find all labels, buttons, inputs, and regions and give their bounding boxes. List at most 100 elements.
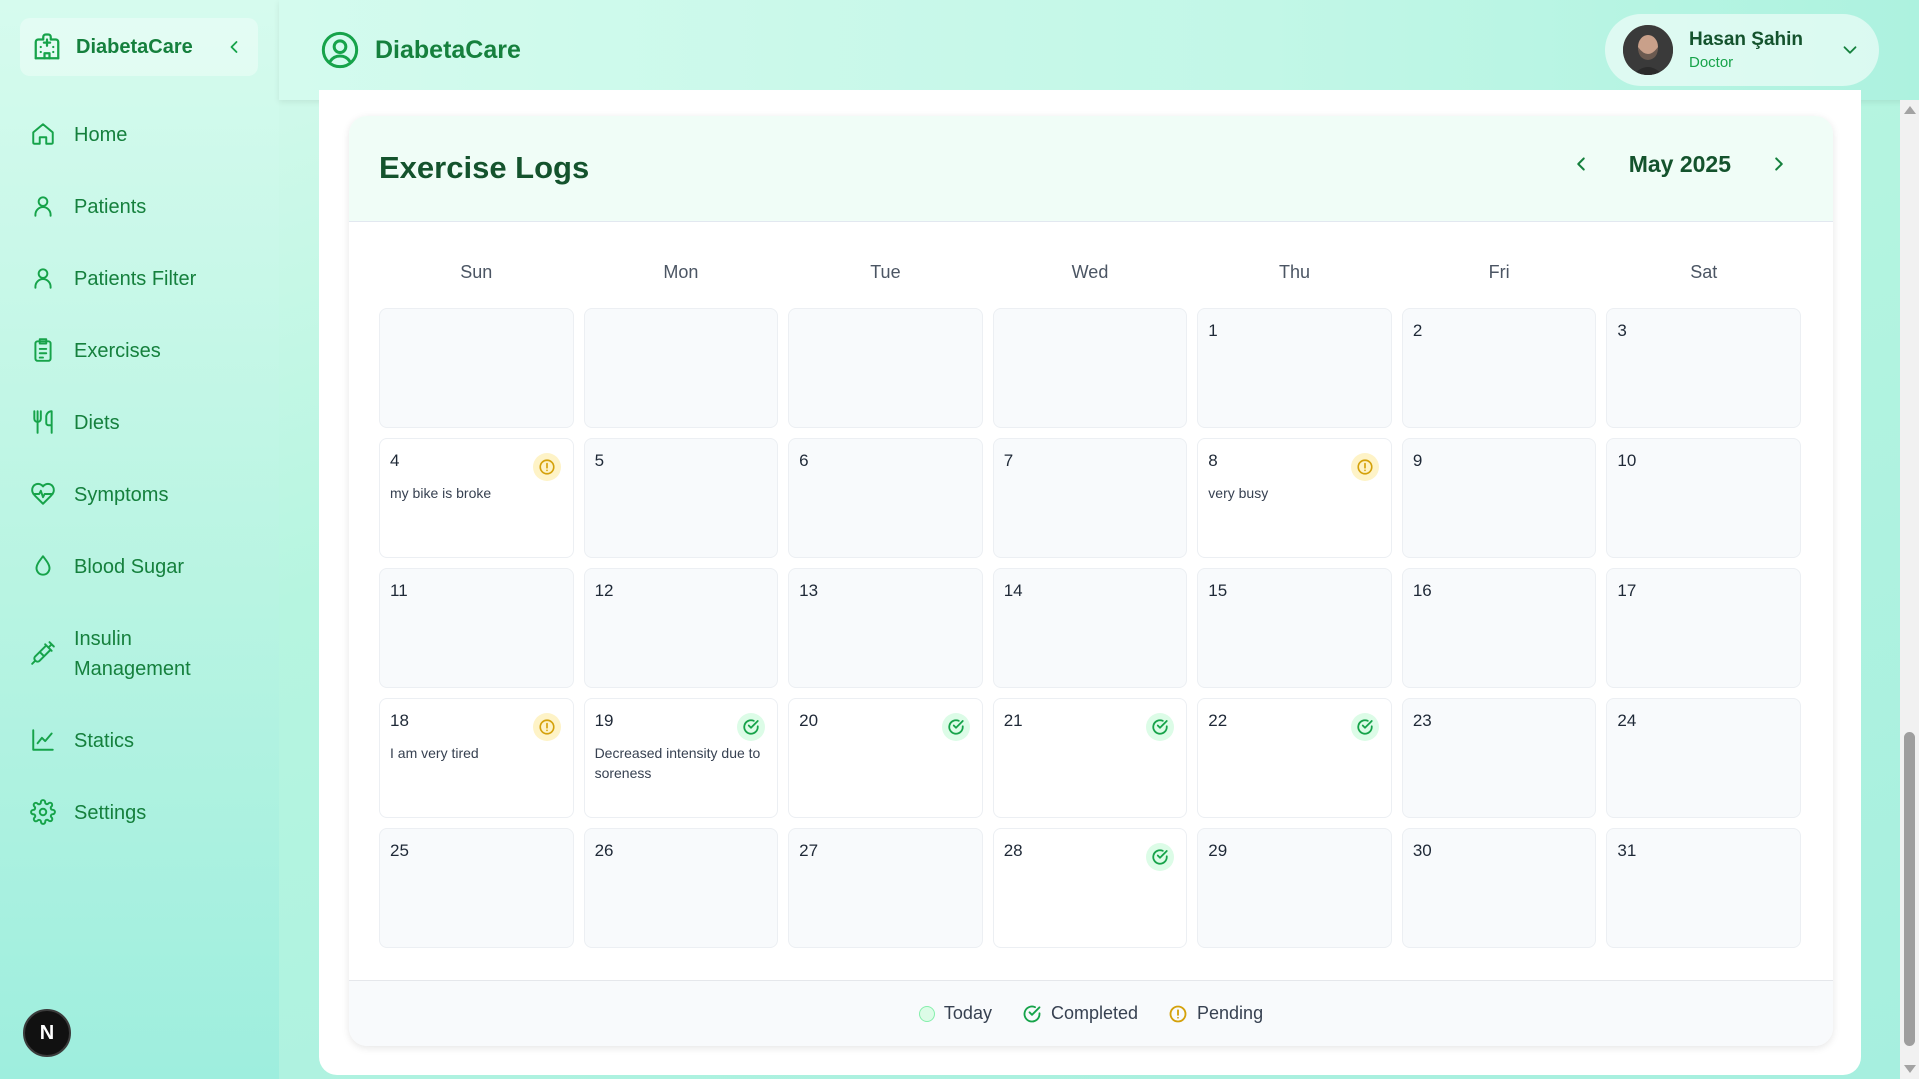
page-scrollbar[interactable] xyxy=(1900,100,1919,1079)
sidebar-item-label: Patients xyxy=(74,196,147,218)
calendar-day-cell[interactable]: 23 xyxy=(1401,698,1597,818)
day-number: 27 xyxy=(799,841,819,860)
alert-circle-icon xyxy=(1168,1004,1188,1024)
sidebar: DiabetaCare Home Patients Patients Filte… xyxy=(0,0,279,1079)
calendar-day-cell[interactable]: 6 xyxy=(788,438,983,558)
chevron-left-icon xyxy=(230,41,238,53)
sidebar-item-settings[interactable]: Settings xyxy=(20,790,260,836)
sidebar-nav: Home Patients Patients Filter Exercises … xyxy=(20,112,260,862)
calendar-day-cell[interactable]: 11 xyxy=(379,568,574,688)
home-icon xyxy=(30,121,56,147)
calendar-day-cell[interactable]: 28 xyxy=(992,828,1188,948)
chevron-right-icon xyxy=(1775,157,1783,171)
chevron-down-icon[interactable] xyxy=(1839,39,1861,61)
calendar-day-cell[interactable]: 27 xyxy=(788,828,983,948)
day-number: 1 xyxy=(1208,321,1218,340)
weekday-sun: Sun xyxy=(460,262,493,282)
sidebar-item-insulin-management[interactable]: Insulin Management xyxy=(20,616,260,692)
calendar-day-cell[interactable]: 16 xyxy=(1401,568,1597,688)
calendar-day-cell[interactable]: 10 xyxy=(1606,438,1801,558)
calendar-day-cell[interactable]: 29 xyxy=(1197,828,1392,948)
check-circle-icon xyxy=(737,713,766,741)
user-circle-icon xyxy=(320,30,360,70)
exercise-note: I am very tired xyxy=(390,745,479,761)
sidebar-item-label: Symptoms xyxy=(74,484,169,506)
sidebar-item-statics[interactable]: Statics xyxy=(20,718,260,764)
utensils-icon xyxy=(30,409,56,435)
day-number: 3 xyxy=(1617,321,1627,340)
sidebar-item-home[interactable]: Home xyxy=(20,112,260,158)
calendar-day-cell[interactable]: 20 xyxy=(788,698,983,818)
hospital-icon xyxy=(32,32,62,62)
sidebar-item-label: Settings xyxy=(74,802,147,824)
scroll-thumb[interactable] xyxy=(1904,732,1915,1046)
day-number: 9 xyxy=(1412,451,1423,470)
calendar-day-cell[interactable]: 2 xyxy=(1401,308,1597,428)
calendar-grid: 1 2 3 4 my bike is broke 5 6 7 8 very busy 9 10 11 12… xyxy=(379,308,1801,948)
scroll-down-arrow-icon[interactable] xyxy=(1904,1065,1916,1073)
sidebar-item-patients-filter[interactable]: Patients Filter xyxy=(20,256,260,302)
sidebar-item-patients[interactable]: Patients xyxy=(20,184,260,230)
sidebar-brand-name: DiabetaCare xyxy=(76,35,193,58)
sidebar-brand: DiabetaCare xyxy=(20,18,258,76)
sidebar-item-exercises[interactable]: Exercises xyxy=(20,328,260,374)
calendar-day-cell[interactable]: 15 xyxy=(1197,568,1392,688)
day-number: 26 xyxy=(594,841,614,860)
user-name: Hasan Şahin xyxy=(1689,29,1804,50)
calendar-day-cell[interactable]: 4 my bike is broke xyxy=(379,438,574,558)
calendar-day-cell[interactable]: 25 xyxy=(379,828,574,948)
month-navigation: May 2025 xyxy=(1567,150,1793,178)
calendar-day-cell[interactable]: 31 xyxy=(1606,828,1801,948)
legend-completed: Completed xyxy=(1022,1003,1138,1024)
day-number: 23 xyxy=(1412,711,1432,730)
calendar-day-cell[interactable]: 18 I am very tired xyxy=(379,698,574,818)
day-number: 24 xyxy=(1617,711,1637,730)
day-number: 10 xyxy=(1617,451,1637,470)
weekday-wed: Wed xyxy=(1071,262,1109,282)
prev-month-button[interactable] xyxy=(1567,150,1595,178)
user-role: Doctor xyxy=(1689,54,1734,71)
calendar-day-cell[interactable]: 13 xyxy=(788,568,983,688)
sidebar-item-blood-sugar[interactable]: Blood Sugar xyxy=(20,544,260,590)
calendar-day-cell[interactable]: 9 xyxy=(1401,438,1597,558)
calendar-day-cell[interactable]: 5 xyxy=(583,438,779,558)
calendar-day-cell[interactable]: 8 very busy xyxy=(1197,438,1392,558)
calendar-day-cell[interactable]: 22 xyxy=(1197,698,1392,818)
calendar-day-cell[interactable]: 24 xyxy=(1606,698,1801,818)
top-header: DiabetaCare Hasan Şahin Doctor xyxy=(279,0,1919,100)
calendar-day-cell[interactable]: 12 xyxy=(583,568,779,688)
day-number: 25 xyxy=(390,841,409,860)
user-menu[interactable]: Hasan Şahin Doctor xyxy=(1605,14,1879,86)
today-dot-icon xyxy=(918,1005,935,1022)
collapse-sidebar-button[interactable] xyxy=(222,35,246,59)
sidebar-item-symptoms[interactable]: Symptoms xyxy=(20,472,260,518)
day-number: 6 xyxy=(799,451,809,470)
calendar-day-cell[interactable]: 19 Decreased intensity due to soreness xyxy=(583,698,779,818)
calendar-day-cell[interactable]: 30 xyxy=(1401,828,1597,948)
calendar-day-cell[interactable]: 17 xyxy=(1606,568,1801,688)
calendar-day-cell[interactable]: 3 xyxy=(1606,308,1801,428)
next-badge[interactable]: N xyxy=(23,1009,71,1057)
day-number: 12 xyxy=(594,581,614,600)
calendar-day-cell[interactable]: 21 xyxy=(992,698,1188,818)
gear-icon xyxy=(30,799,56,825)
scroll-up-arrow-icon[interactable] xyxy=(1904,106,1916,114)
avatar xyxy=(1623,25,1673,75)
day-number: 31 xyxy=(1617,841,1637,860)
calendar-day-cell[interactable]: 14 xyxy=(992,568,1188,688)
exercise-note: my bike is broke xyxy=(390,485,492,501)
weekday-mon: Mon xyxy=(663,262,699,282)
day-number: 7 xyxy=(1003,451,1014,470)
calendar-day-cell[interactable]: 1 xyxy=(1197,308,1392,428)
panel-header: Exercise Logs May 2025 xyxy=(349,116,1833,222)
next-month-button[interactable] xyxy=(1765,150,1793,178)
exercise-note: very busy xyxy=(1208,485,1269,501)
sidebar-item-diets[interactable]: Diets xyxy=(20,400,260,446)
check-circle-icon xyxy=(1146,713,1175,741)
day-number: 17 xyxy=(1617,581,1637,600)
sidebar-item-label: Patients Filter xyxy=(74,268,197,290)
check-circle-icon xyxy=(1350,713,1379,741)
calendar-day-cell[interactable]: 26 xyxy=(583,828,779,948)
alert-circle-icon xyxy=(532,453,561,481)
calendar-day-cell[interactable]: 7 xyxy=(992,438,1188,558)
